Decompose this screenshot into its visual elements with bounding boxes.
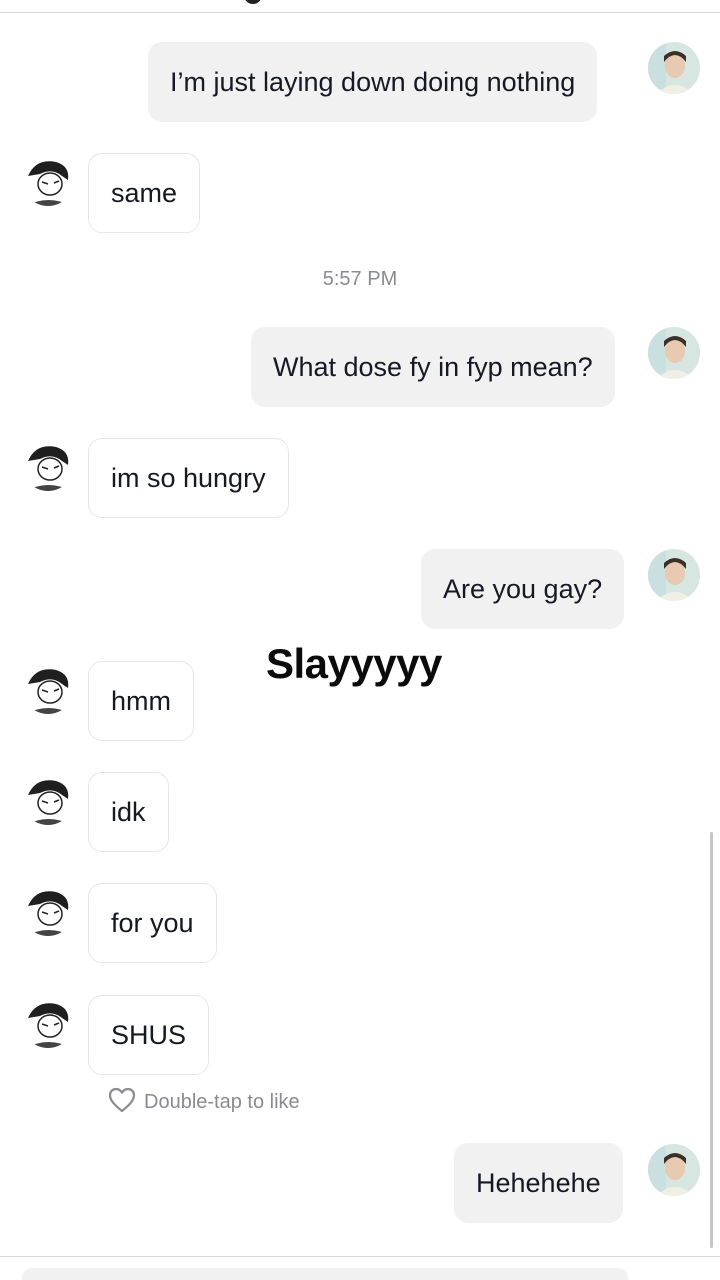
chat-screen: I’m just laying down doing nothing same … — [0, 0, 720, 1280]
received-message-bubble[interactable]: idk — [88, 772, 169, 852]
received-message-bubble[interactable]: SHUS — [88, 995, 210, 1075]
received-message-bubble[interactable]: same — [88, 153, 201, 233]
heart-outline-icon — [108, 1087, 136, 1118]
contact-avatar[interactable] — [22, 773, 74, 825]
video-caption-overlay: Slayyyyy — [266, 640, 442, 687]
scrollbar[interactable] — [710, 832, 713, 1248]
header-divider — [0, 12, 720, 13]
received-message-bubble[interactable]: hmm — [88, 661, 194, 741]
contact-avatar[interactable] — [22, 662, 74, 714]
sent-message-bubble[interactable]: Hehehehe — [454, 1143, 623, 1223]
my-avatar[interactable] — [648, 327, 700, 379]
timestamp: 5:57 PM — [322, 268, 398, 290]
contact-avatar[interactable] — [22, 154, 74, 206]
sent-message-bubble[interactable]: I’m just laying down doing nothing — [148, 42, 598, 122]
received-message-bubble[interactable]: for you — [88, 883, 217, 963]
received-message-bubble[interactable]: im so hungry — [88, 438, 289, 518]
like-hint-label: Double-tap to like — [144, 1090, 300, 1113]
my-avatar[interactable] — [648, 42, 700, 94]
header-remnant — [244, 0, 262, 4]
contact-avatar[interactable] — [22, 996, 74, 1048]
contact-avatar[interactable] — [22, 884, 74, 936]
sent-message-bubble[interactable]: What dose fy in fyp mean? — [251, 327, 615, 407]
my-avatar[interactable] — [648, 1144, 700, 1196]
double-tap-like-hint[interactable]: Double-tap to like — [108, 1087, 300, 1118]
my-avatar[interactable] — [648, 549, 700, 601]
sent-message-bubble[interactable]: Are you gay? — [421, 549, 625, 629]
composer-divider — [0, 1256, 720, 1257]
contact-avatar[interactable] — [22, 439, 74, 491]
message-input[interactable] — [22, 1268, 628, 1280]
